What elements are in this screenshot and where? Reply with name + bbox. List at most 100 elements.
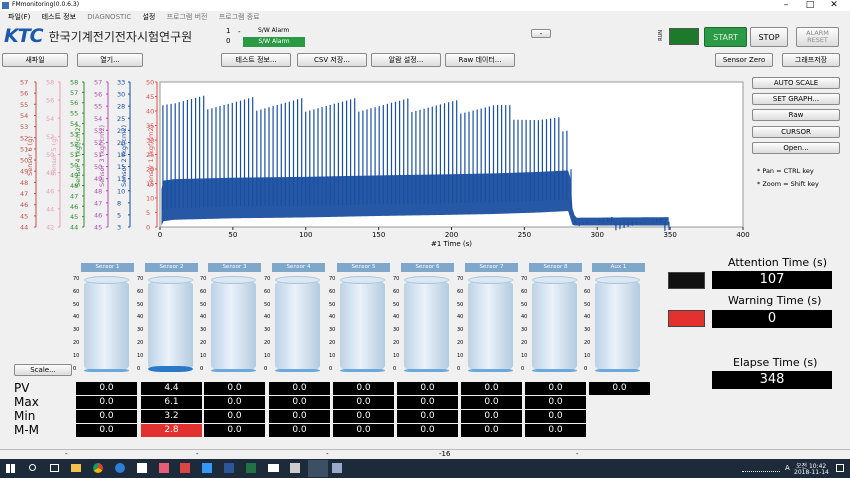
tank-scale-tick: 30 — [329, 327, 336, 334]
windows-start-icon[interactable] — [6, 464, 15, 473]
alarm-reset-button[interactable]: ALARM RESET — [796, 27, 839, 47]
tank-cylinder-5 — [340, 279, 385, 372]
max-value-8: 0.0 — [525, 396, 586, 409]
logo: KTC 한국기계전기전자시험연구원 — [4, 25, 192, 47]
tank-header-8: Sensor 8 — [529, 263, 582, 272]
tank-header-7: Sensor 7 — [465, 263, 518, 272]
tank-scale-tick: 0 — [457, 365, 461, 372]
stop-button[interactable]: STOP — [750, 27, 788, 47]
tank-scale-tick: 60 — [521, 288, 528, 295]
store-icon[interactable] — [137, 463, 147, 473]
tank-scale-tick: 70 — [200, 276, 207, 282]
y-tick-label: 46 — [70, 203, 78, 211]
csv-save-button[interactable]: CSV 저장... — [297, 53, 367, 67]
y-tick-label: 46 — [20, 201, 28, 209]
menu-exit[interactable]: 프로그램 종료 — [219, 13, 260, 21]
start-button[interactable]: START — [704, 27, 747, 47]
tank-scale-tick: 0 — [73, 365, 77, 372]
tank-scale-tick: 10 — [457, 352, 464, 359]
x-tick-label: 100 — [299, 231, 312, 239]
open-graph-button[interactable]: Open... — [752, 142, 840, 154]
tray-icons[interactable] — [742, 464, 780, 472]
alarm-setting-button[interactable]: 알람 설정... — [371, 53, 441, 67]
tank-scale-tick: 0 — [200, 365, 204, 372]
mm-value-7: 0.0 — [461, 424, 522, 437]
tank-scale-tick: 40 — [521, 314, 528, 321]
new-file-button[interactable]: 새파일 — [2, 53, 68, 67]
chrome-icon[interactable] — [93, 463, 103, 473]
task-view-icon[interactable] — [50, 464, 59, 472]
cursor-button[interactable]: CURSOR — [752, 126, 840, 138]
menu-version[interactable]: 프로그램 버전 — [167, 13, 208, 21]
pv-label: PV — [14, 381, 30, 395]
monitor-app-icon[interactable] — [290, 463, 300, 473]
pv-value-8: 0.0 — [525, 382, 586, 395]
tank-fill-7 — [468, 369, 513, 372]
maximize-button[interactable]: □ — [799, 0, 821, 10]
sensor-zero-button[interactable]: Sensor Zero — [715, 53, 773, 67]
x-tick-label: 50 — [228, 231, 237, 239]
menu-settings[interactable]: 설정 — [142, 13, 155, 21]
clock-date[interactable]: 2018-11-14 — [794, 469, 829, 476]
keyboard-lang[interactable]: A — [785, 464, 790, 472]
y-tick-label: 3 — [117, 224, 121, 232]
tank-header-9: Aux 1 — [592, 263, 645, 272]
auto-scale-button[interactable]: AUTO SCALE — [752, 77, 840, 89]
edge-icon[interactable] — [115, 463, 125, 473]
tank-scale-tick: 70 — [457, 276, 464, 282]
raw-button[interactable]: Raw — [752, 109, 840, 121]
tank-header-4: Sensor 4 — [272, 263, 325, 272]
tank-scale-tick: 20 — [200, 340, 207, 346]
app-icon-1[interactable] — [159, 463, 169, 473]
graph-save-button[interactable]: 그래프저장 — [782, 53, 840, 67]
pv-value-6: 0.0 — [397, 382, 458, 395]
raw-data-button[interactable]: Raw 데이터... — [445, 53, 515, 67]
scale-button[interactable]: Scale... — [14, 364, 72, 376]
tank-scale-tick: 60 — [457, 288, 464, 295]
alarm-count-2: 0 — [226, 37, 231, 45]
notification-icon[interactable] — [836, 464, 844, 472]
menu-test-info[interactable]: 테스트 정보 — [42, 13, 76, 21]
active-app-icon[interactable] — [308, 460, 328, 477]
mail-icon[interactable] — [268, 464, 279, 472]
test-info-button[interactable]: 테스트 정보... — [221, 53, 291, 67]
app-icon-2[interactable] — [180, 463, 190, 473]
search-icon[interactable] — [29, 464, 36, 471]
close-button[interactable]: ✕ — [823, 0, 845, 10]
y-tick-label: 45 — [70, 213, 78, 221]
set-graph-button[interactable]: SET GRAPH... — [752, 93, 840, 105]
app-icon-3[interactable] — [202, 463, 212, 473]
tank-scale-tick: 0 — [521, 365, 525, 372]
tank-scale-tick: 70 — [393, 276, 400, 282]
max-label: Max — [14, 395, 39, 409]
menu-file[interactable]: 파일(F) — [8, 13, 30, 21]
min-value-4: 0.0 — [269, 410, 330, 423]
sensor-chart[interactable]: 5756555453525150494847464544Sensor 6 (g)… — [0, 74, 750, 254]
excel-icon[interactable] — [246, 463, 256, 473]
menu-diagnostic[interactable]: DIAGNOSTIC — [87, 13, 131, 21]
y-tick-label: 5 — [146, 209, 150, 217]
app-icon-4[interactable] — [332, 463, 342, 473]
y-tick-label: 47 — [70, 192, 78, 200]
tank-fill-1 — [84, 369, 129, 372]
explorer-icon[interactable] — [71, 464, 81, 472]
tank-top — [404, 276, 449, 284]
word-icon[interactable] — [224, 463, 234, 473]
tank-scale-tick: 40 — [329, 314, 336, 321]
tank-scale-tick: 60 — [329, 288, 336, 295]
max-value-7: 0.0 — [461, 396, 522, 409]
open-button[interactable]: 열기... — [77, 53, 143, 67]
menu-bar: 파일(F) 테스트 정보 DIAGNOSTIC 설정 프로그램 버전 프로그램 … — [8, 12, 269, 22]
elapse-value: 348 — [712, 371, 832, 389]
min-value-3: 0.0 — [204, 410, 265, 423]
status-field-3: - — [326, 450, 329, 458]
tank-scale-tick: 40 — [137, 314, 144, 321]
tank-scale-tick: 0 — [584, 365, 588, 372]
tank-scale-tick: 10 — [584, 352, 591, 359]
tank-scale-tick: 50 — [329, 301, 336, 308]
tank-scale-tick: 50 — [521, 301, 528, 308]
small-dash-button[interactable]: - — [531, 29, 551, 38]
y-tick-label: 30 — [117, 91, 125, 99]
tank-scale-tick: 20 — [329, 340, 336, 346]
minimize-button[interactable]: – — [775, 0, 797, 10]
